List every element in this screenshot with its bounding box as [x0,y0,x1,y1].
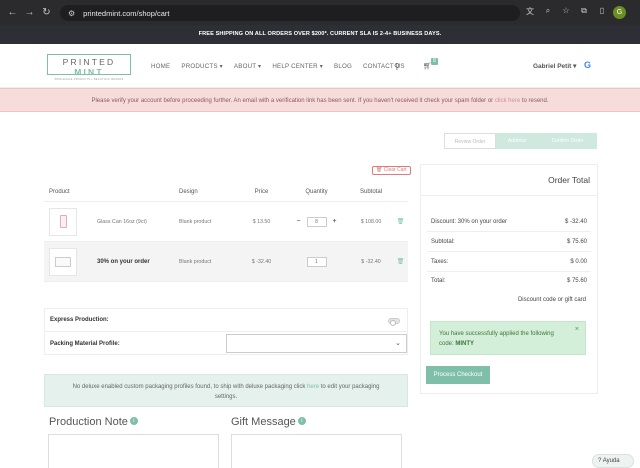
delete-icon[interactable]: 🗑︎ [393,218,408,225]
subtotal-row: Subtotal: $ 75.60 [431,239,587,245]
google-icon: G [584,60,592,70]
site-header: PRINTED MINT WHOLESALE PRODUCTS + BEAUTI… [0,44,640,88]
table-row: Glass Can 16oz (9ct) Blank product $ 13.… [44,202,408,242]
step-review-order[interactable]: Review Order [444,133,496,149]
packing-profile-select[interactable]: ⌄ [226,334,407,353]
product-thumbnail[interactable] [49,207,77,236]
express-production-toggle[interactable] [388,318,400,326]
design-label: Blank product [179,258,212,265]
design-label: Blank product [179,218,212,225]
subtotal-value: $ -32.40 [361,258,381,265]
sidebar-icon[interactable]: ▯ [597,6,607,17]
table-header: Product Design Price Quantity Subtotal [44,182,408,202]
help-button[interactable]: ? Ayuda [592,454,634,468]
url-text: printedmint.com/shop/cart [83,8,170,18]
order-total-panel: Order Total Discount: 30% on your order … [420,164,598,394]
chevron-down-icon: ⌄ [395,340,401,347]
gift-message-textarea[interactable] [231,434,402,468]
info-icon[interactable]: i [297,417,306,425]
info-icon[interactable]: i [129,417,138,425]
search-icon[interactable]: ⚲ [394,62,400,71]
extensions-icon[interactable]: ⧉ [579,6,589,17]
nav-about[interactable]: ABOUT ▾ [234,63,261,70]
quantity-input: 1 [306,256,327,267]
nav-blog[interactable]: BLOG [334,63,352,70]
nav-help-center[interactable]: HELP CENTER ▾ [272,63,323,70]
delete-icon[interactable]: 🗑︎ [393,258,408,265]
address-bar[interactable]: ⚙ printedmint.com/shop/cart [60,5,520,21]
printed-mint-logo[interactable]: PRINTED MINT WHOLESALE PRODUCTS + BEAUTI… [47,54,131,81]
discount-thumbnail [49,247,77,276]
production-note-title: Production Note i [49,416,138,428]
checkout-steps: Review Order Address Confirm Order [444,133,597,149]
close-icon[interactable]: × [575,325,579,335]
step-address[interactable]: Address [496,133,538,149]
discount-code-link[interactable]: Discount code or gift card [518,297,586,303]
price-value: $ -32.40 [251,258,272,265]
verify-account-alert: Please verify your account before procee… [0,88,640,112]
quantity-input[interactable]: 8 [306,216,327,227]
nav-home[interactable]: HOME [151,63,170,70]
table-row: 30% on your order Blank product $ -32.40… [44,242,408,282]
total-row: Total: $ 75.60 [431,278,587,284]
product-name: 30% on your order [97,258,150,265]
price-value: $ 13.50 [252,218,271,225]
nav-products[interactable]: PRODUCTS ▾ [181,63,223,70]
site-info-icon[interactable]: ⚙ [68,9,75,18]
reload-icon[interactable]: ↻ [40,6,53,19]
subtotal-value: $ 108.00 [360,218,382,225]
order-total-title: Order Total [548,175,590,185]
zoom-icon[interactable]: ⌕ [543,6,553,17]
back-arrow-icon[interactable]: ← [6,6,19,19]
shipping-banner: FREE SHIPPING ON ALL ORDERS OVER $200*. … [0,25,640,44]
user-menu[interactable]: Gabriel Petit ▾ [533,62,576,70]
express-production-label: Express Production: [50,317,109,323]
decrease-quantity-button[interactable]: − [294,218,304,225]
cart-count-badge: 8 [431,58,438,65]
process-checkout-button[interactable]: Process Checkout [426,366,490,384]
edit-packaging-link[interactable]: here [307,384,319,390]
resend-link[interactable]: click here [495,98,520,104]
packing-profile-label: Packing Material Profile: [50,340,120,347]
step-confirm-order[interactable]: Confirm Order [538,133,597,149]
packaging-info: No deluxe enabled custom packaging profi… [44,374,408,407]
clear-cart-button[interactable]: 🗑︎ Clear Cart [372,166,411,175]
translate-icon[interactable]: 文 [525,6,535,17]
bookmark-star-icon[interactable]: ☆ [561,6,571,17]
gift-message-title: Gift Message i [231,416,306,428]
product-name[interactable]: Glass Can 16oz (9ct) [97,219,147,225]
taxes-row: Taxes: $ 0.00 [431,259,587,265]
discount-row: Discount: 30% on your order $ -32.40 [431,219,587,225]
main-nav: HOME PRODUCTS ▾ ABOUT ▾ HELP CENTER ▾ BL… [151,63,416,70]
forward-arrow-icon[interactable]: → [23,6,36,19]
cart-table: Product Design Price Quantity Subtotal G… [44,182,408,282]
production-note-textarea[interactable] [48,434,219,468]
profile-avatar[interactable]: G [613,6,626,19]
coupon-success-alert: You have successfully applied the follow… [430,321,586,355]
increase-quantity-button[interactable]: + [330,218,340,225]
